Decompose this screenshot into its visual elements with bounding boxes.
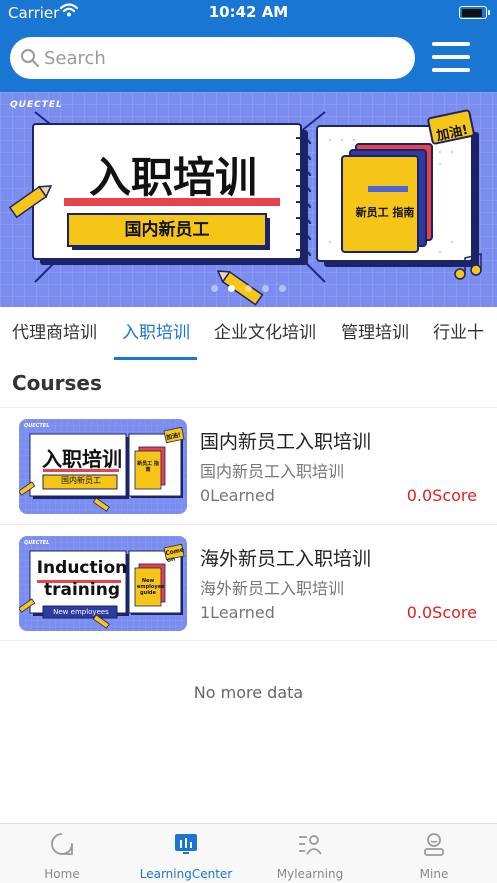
nav-home[interactable]: Home [0, 824, 124, 883]
learning-center-icon [175, 834, 197, 854]
course-title: 海外新员工入职培训 [200, 548, 372, 570]
thumb-title-line1: Induction [36, 558, 128, 578]
tab-culture-training[interactable]: 企业文化培训 [214, 307, 316, 362]
search-input[interactable] [44, 37, 404, 79]
menu-button[interactable] [430, 38, 472, 76]
carousel-dot[interactable] [279, 285, 286, 292]
nav-learning-center[interactable]: LearningCenter [124, 824, 248, 883]
clock: 10:42 AM [208, 3, 289, 21]
carousel-dot[interactable] [211, 285, 218, 292]
thumb-title-line2: training [43, 580, 120, 600]
promo-banner[interactable]: QUECTEL 入职培训 国内新员工 新员工 指南 加油! [0, 92, 497, 307]
course-item[interactable]: QUECTEL Induction training New employees… [0, 524, 497, 641]
banner-book-label: 新员工 指南 [355, 206, 415, 219]
bottom-nav: Home LearningCenter Mylearning Mine [0, 823, 497, 883]
no-more-data-label: No more data [193, 683, 304, 702]
active-tab-indicator [114, 357, 197, 360]
thumb-subtitle: New employees [53, 608, 109, 616]
thumb-brand-logo: QUECTEL [24, 540, 50, 546]
thumb-book-label: New employee guide [137, 578, 165, 596]
search-icon [20, 48, 40, 72]
battery-icon [459, 6, 490, 19]
search-bar[interactable] [10, 37, 415, 79]
course-thumbnail: QUECTEL 入职培训 国内新员工 新员工 指南 加油! [19, 419, 187, 514]
tab-onboarding-training[interactable]: 入职培训 [122, 307, 190, 362]
my-learning-icon [299, 835, 322, 855]
course-title: 国内新员工入职培训 [200, 431, 372, 453]
tab-agent-training[interactable]: 代理商培训 [12, 307, 97, 362]
tab-industry-training[interactable]: 行业十 [433, 307, 484, 362]
course-score: 0.0Score [406, 486, 477, 505]
course-learned-count: 0Learned [200, 486, 275, 505]
banner-title: 入职培训 [88, 153, 257, 202]
app-header: Carrier 10:42 AM [0, 0, 497, 92]
menu-icon [432, 42, 470, 46]
carousel-indicator[interactable] [0, 285, 497, 292]
carousel-dot[interactable] [245, 285, 252, 292]
banner-brand-logo: QUECTEL [10, 100, 63, 110]
course-subtitle: 国内新员工入职培训 [200, 462, 345, 481]
thumb-brand-logo: QUECTEL [24, 423, 50, 429]
home-icon [51, 833, 73, 855]
nav-mine[interactable]: Mine [372, 824, 496, 883]
tab-management-training[interactable]: 管理培训 [341, 307, 409, 362]
section-title: Courses [12, 371, 102, 395]
course-score: 0.0Score [406, 603, 477, 622]
carousel-dot[interactable] [262, 285, 269, 292]
course-learned-count: 1Learned [200, 603, 275, 622]
course-item[interactable]: QUECTEL 入职培训 国内新员工 新员工 指南 加油! 国内新员工入职培训 … [0, 407, 497, 524]
carousel-dot[interactable] [228, 285, 235, 292]
nav-home-label: Home [44, 867, 80, 881]
nav-my-learning[interactable]: Mylearning [248, 824, 372, 883]
banner-subtitle: 国内新员工 [124, 220, 210, 240]
nav-learning-center-label: LearningCenter [139, 867, 233, 881]
thumb-book-label: 新员工 指南 [137, 461, 159, 473]
thumb-title: 入职培训 [42, 447, 122, 471]
battery-level [461, 8, 483, 17]
category-tabs: 代理商培训 入职培训 企业文化培训 管理培训 行业十 [0, 307, 497, 362]
status-bar: Carrier 10:42 AM [0, 0, 497, 28]
nav-my-learning-label: Mylearning [276, 867, 344, 881]
user-icon [424, 833, 444, 856]
thumb-subtitle: 国内新员工 [61, 476, 101, 485]
course-thumbnail: QUECTEL Induction training New employees… [19, 536, 187, 631]
course-subtitle: 海外新员工入职培训 [200, 579, 345, 598]
nav-mine-label: Mine [419, 867, 449, 881]
